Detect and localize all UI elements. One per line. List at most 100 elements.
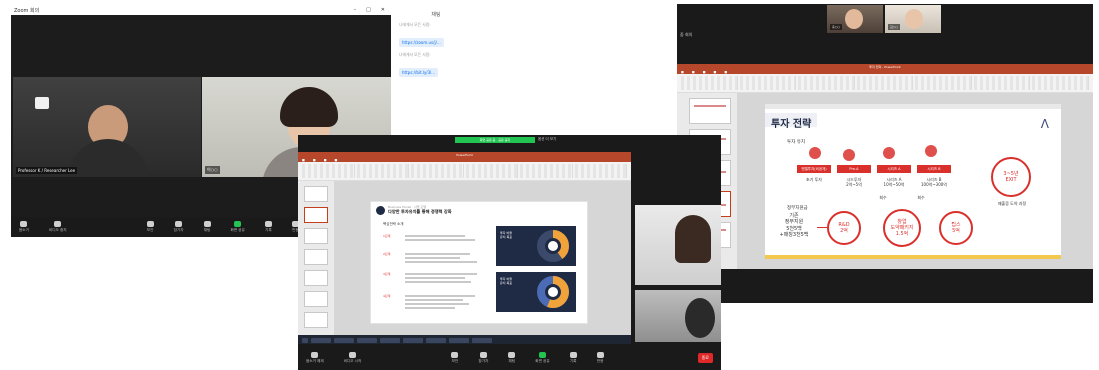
chat-link[interactable]: https://zoom.us/j/... [399,38,444,47]
taskbar-app[interactable] [311,337,331,343]
maximize-icon[interactable]: □ [366,7,371,13]
ribbon-tab[interactable]: ■ [335,158,338,162]
ribbon-group[interactable] [739,76,797,90]
ribbon-tab[interactable]: ■ [692,70,695,74]
slide-thumbnail[interactable] [304,291,328,307]
security-button[interactable]: 보안 [451,352,459,364]
ribbon-group[interactable] [574,164,627,178]
video-thumbnail[interactable]: 김○○ [885,5,941,33]
close-icon[interactable]: ✕ [381,7,385,13]
unmute-button[interactable]: 음소거 해제 [306,352,324,364]
ribbon-tab[interactable]: ■ [324,158,327,162]
stage-note: 시리즈 B 100억~300억 [921,177,947,187]
funding-circle: 팁스 5억 [939,211,973,245]
chat-button[interactable]: 채팅 [203,221,211,233]
stage-box: 시리즈 B [917,165,951,173]
ribbon-group[interactable] [356,164,409,178]
donut-chart [537,230,569,262]
taskbar-app[interactable] [472,337,492,343]
slide-thumbnail[interactable] [304,228,328,244]
plus-arrow-icon [817,227,827,228]
microphone-icon [311,352,319,358]
ribbon-group[interactable] [973,76,1031,90]
start-icon[interactable] [302,337,308,343]
end-meeting-button[interactable]: 종료 [697,353,713,363]
record-icon [264,221,272,227]
slide-thumbnail[interactable] [304,249,328,265]
share-screen-button[interactable]: 화면 공유 [231,221,245,233]
participant-face [845,9,863,29]
reactions-button[interactable]: 반응 [596,352,604,364]
ribbon-group[interactable] [1032,76,1090,90]
slide-thumbnail[interactable] [689,98,731,124]
start-video-button[interactable]: 비디오 시작 [344,352,361,364]
slide-thumbnail-selected[interactable] [304,207,328,223]
taskbar-app[interactable] [403,337,423,343]
share-icon [538,352,546,358]
ribbon-group[interactable] [465,164,518,178]
slide-thumbnail[interactable] [304,270,328,286]
slide-thumbnail[interactable] [304,312,328,328]
ribbon-tab[interactable]: ■ [714,70,717,74]
stage-note: 시드투자 2억~5억 [846,177,862,187]
minimize-icon[interactable]: – [354,7,357,13]
mute-button[interactable]: 음소거 [19,221,29,233]
shield-icon [146,221,154,227]
ribbon-group[interactable] [798,76,855,90]
participant-hair [675,215,711,263]
participant-hair [280,87,338,127]
zoom-window-share-right: 홍○○ 김○○ 줌 회의 투자 전략 - PowerPoint ■ ■ ■ ■ ■ 투자… [677,4,1093,303]
windows-taskbar [298,335,631,344]
slide-thumbnails [298,181,334,344]
participants-button[interactable]: 참가자 [478,352,488,364]
participants-button[interactable]: 참가자 [174,221,184,233]
ribbon-group[interactable] [681,76,738,90]
video-thumbnail[interactable]: 홍○○ [827,5,883,33]
more-options-button[interactable]: 옵션 더 보기 [538,137,556,142]
security-button[interactable]: 보안 [146,221,154,233]
ribbon-tab[interactable]: ■ [302,158,305,162]
cluster-icon [925,145,937,157]
camera-icon [349,352,357,358]
ribbon-tab[interactable]: ■ [703,70,706,74]
hand-icon [843,149,855,161]
video-tile[interactable] [635,205,721,285]
slide-thumbnail[interactable] [304,186,328,202]
taskbar-app[interactable] [380,337,400,343]
slide-canvas[interactable]: 투자 전략 Λ 투자 유치 엔젤투자(비공개) Pre-A 시리즈 A 시리즈 … [765,104,1061,259]
record-button[interactable]: 기록 [569,352,577,364]
chat-message-meta: 나에게서 모든 사람: [399,52,431,57]
ribbon-group[interactable] [302,164,355,178]
video-button[interactable]: 비디오 중지 [49,221,67,233]
ribbon-group[interactable] [915,76,972,90]
ribbon-tab[interactable]: ■ [681,70,684,74]
participant-name: Professor K / Researcher Lee [16,167,78,174]
zoom-window-share-middle: 화면 공유 중 · 공유 중지 옵션 더 보기 PowerPoint ■ ■ ■ ■ … [298,135,721,370]
taskbar-app[interactable] [449,337,469,343]
video-tile[interactable]: Professor K / Researcher Lee [13,77,201,177]
logo-icon: Λ [1040,117,1049,131]
zoom-label: 줌 회의 [680,32,693,37]
share-screen-button[interactable]: 화면 공유 [535,352,550,364]
ribbon-group[interactable] [411,164,464,178]
share-icon [234,221,242,227]
slide-canvas[interactable]: Business Model · 사업 모델 다양한 투자유치를 통해 경쟁력 … [370,201,588,324]
video-tile[interactable] [635,290,721,342]
wall-poster [35,97,49,109]
taskbar-app[interactable] [426,337,446,343]
ribbon-group[interactable] [520,164,573,178]
donut-chart [537,276,569,308]
ribbon-group[interactable] [856,76,914,90]
section-heading: 핵심전략 소개 [383,222,404,226]
money-icon [809,147,821,159]
round-label: 회수 [917,195,925,200]
chat-link[interactable]: https://bit.ly/3l... [399,68,439,77]
sharing-status-bar[interactable]: 화면 공유 중 · 공유 중지 [455,137,535,143]
record-button[interactable]: 기록 [264,221,272,233]
chat-title: 채팅 [431,12,441,18]
ribbon-tab[interactable]: ■ [724,70,727,74]
taskbar-app[interactable] [334,337,354,343]
taskbar-app[interactable] [357,337,377,343]
ribbon-tab[interactable]: ■ [313,158,316,162]
chat-button[interactable]: 채팅 [508,352,516,364]
